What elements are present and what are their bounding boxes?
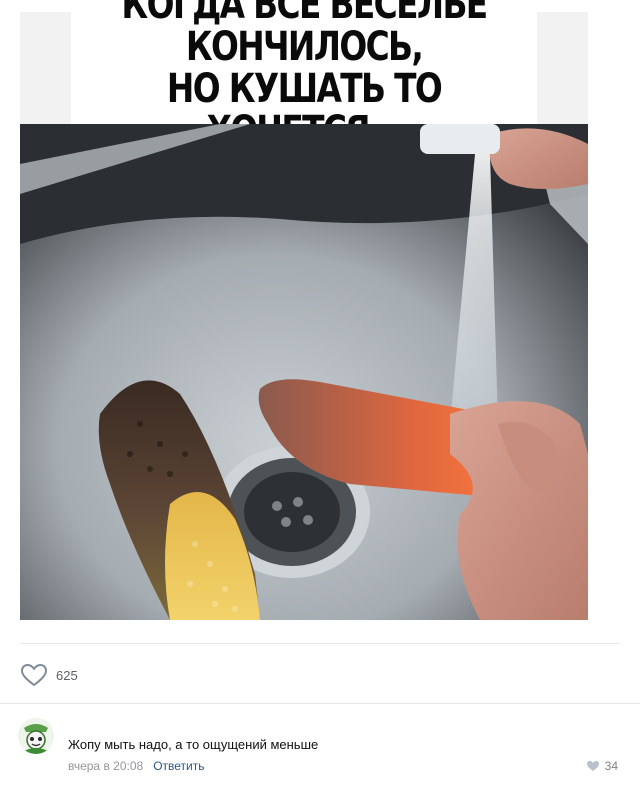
reply-button[interactable]: Ответить: [153, 759, 204, 773]
comments-divider: [0, 703, 640, 704]
meme-caption: КОГДА ВСЕ ВЕСЕЛЬЕ КОНЧИЛОСЬ, НО КУШАТЬ Т…: [71, 0, 537, 152]
comment-meta: вчера в 20:08 Ответить: [68, 759, 204, 773]
comment-like-count: 34: [604, 759, 618, 773]
comment-item: Жопу мыть надо, а то ощущений меньше вче…: [18, 716, 622, 780]
meme-caption-line-1: КОГДА ВСЕ ВЕСЕЛЬЕ КОНЧИЛОСЬ,: [121, 0, 488, 70]
meme-photo: [20, 124, 588, 620]
comment-text: Жопу мыть надо, а то ощущений меньше: [68, 737, 319, 752]
heart-outline-icon: [20, 663, 48, 687]
heart-filled-icon: [586, 761, 599, 771]
comment-like-button[interactable]: 34: [586, 759, 618, 773]
post-divider: [20, 643, 620, 644]
post-like-count: 625: [56, 667, 78, 683]
comment-timestamp: вчера в 20:08: [68, 759, 144, 773]
meme-image[interactable]: КОГДА ВСЕ ВЕСЕЛЬЕ КОНЧИЛОСЬ, НО КУШАТЬ Т…: [20, 0, 588, 620]
avatar[interactable]: [18, 718, 54, 754]
post: КОГДА ВСЕ ВЕСЕЛЬЕ КОНЧИЛОСЬ, НО КУШАТЬ Т…: [0, 0, 640, 787]
post-like-button[interactable]: 625: [20, 660, 78, 690]
sink-photo-illustration: [20, 124, 588, 620]
avatar-image: [18, 718, 54, 754]
